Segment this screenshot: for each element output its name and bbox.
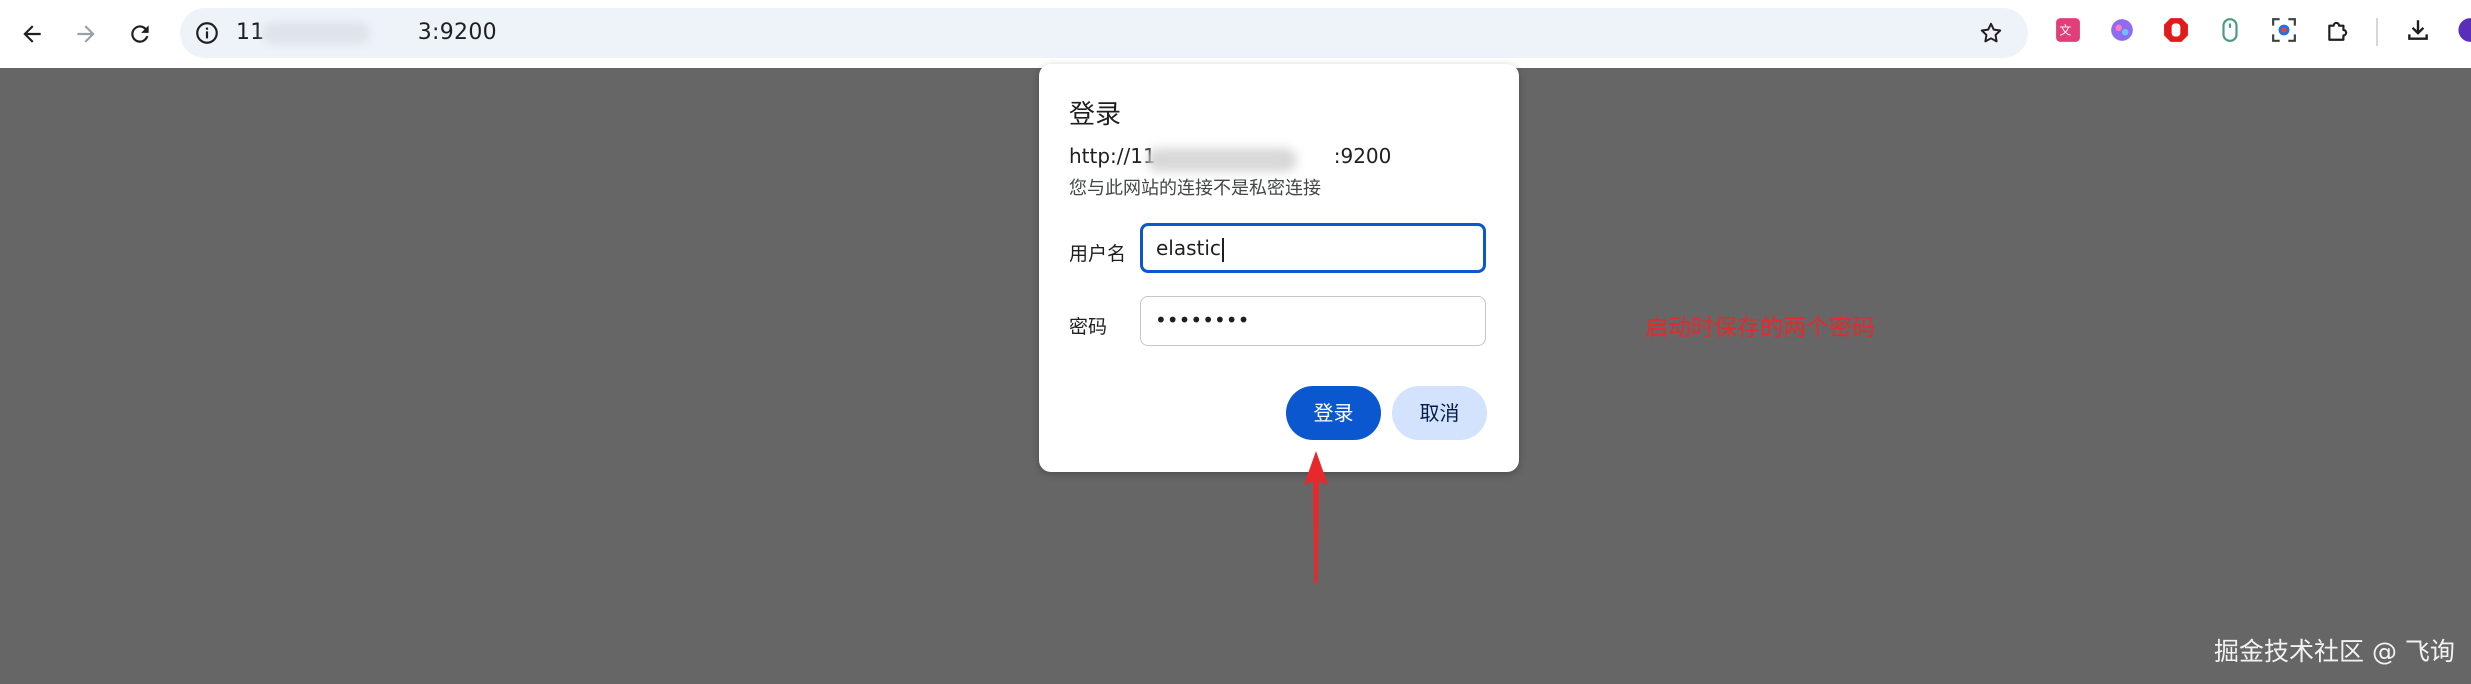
translate-extension-icon[interactable]: 文 [2054,16,2082,44]
connection-warning: 您与此网站的连接不是私密连接 [1069,178,1321,199]
back-button[interactable] [10,12,54,56]
username-value: elastic [1156,236,1221,260]
reload-icon [131,25,149,43]
site-info-icon[interactable] [194,20,220,46]
password-label: 密码 [1069,316,1108,338]
profile-avatar-icon[interactable] [2452,16,2471,44]
adblock-extension-icon[interactable] [2162,16,2190,44]
login-button[interactable]: 登录 [1286,386,1381,440]
watermark: 掘金技术社区 @ 飞询 [2214,637,2455,666]
forward-icon [77,25,95,43]
bookmark-star-icon[interactable] [1978,20,2004,46]
ai-extension-icon[interactable] [2108,16,2136,44]
extensions-puzzle-icon[interactable] [2324,16,2352,44]
download-icon[interactable] [2404,16,2432,44]
http-auth-dialog: 登录 http://11 :9200 您与此网站的连接不是私密连接 用户名 el… [1039,64,1519,472]
browser-toolbar: 11 3:9200 文 [0,0,2471,68]
mouse-extension-icon[interactable] [2216,16,2244,44]
annotation-note: 启动时保存的两个密码 [1645,315,1875,341]
reload-button[interactable] [118,12,162,56]
redacted-origin-blur [1147,148,1297,172]
svg-text:文: 文 [2059,23,2071,37]
text-caret [1221,237,1224,262]
username-input[interactable]: elastic [1140,223,1486,273]
forward-button[interactable] [64,12,108,56]
dialog-title: 登录 [1069,100,1122,130]
address-bar[interactable]: 11 3:9200 [180,8,2028,58]
toolbar-divider [2376,18,2378,46]
cancel-button[interactable]: 取消 [1392,386,1487,440]
capture-extension-icon[interactable] [2270,16,2298,44]
username-label: 用户名 [1069,243,1127,265]
password-value: •••••••• [1155,308,1250,332]
redacted-url-blur [262,22,370,44]
annotation-arrow-icon [1304,451,1328,583]
back-icon [23,25,41,43]
password-input[interactable]: •••••••• [1140,296,1486,346]
